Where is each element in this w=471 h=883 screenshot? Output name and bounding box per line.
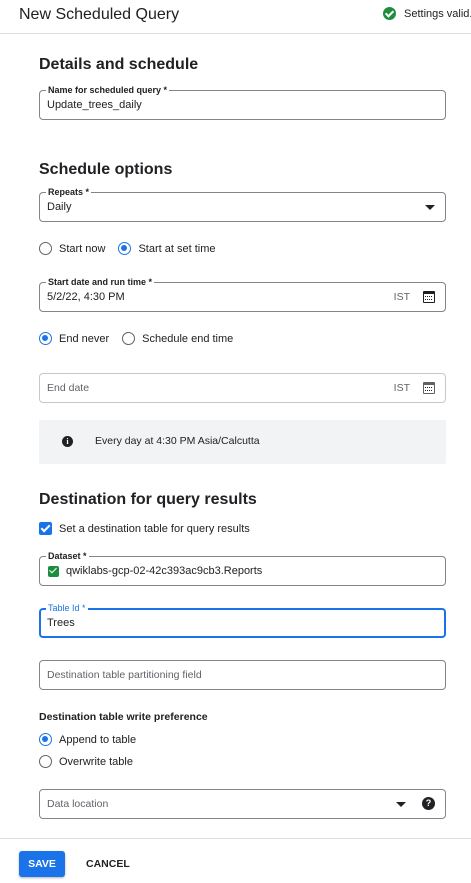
repeats-label: Repeats * <box>46 187 92 197</box>
radio-unchecked-icon[interactable] <box>39 242 52 255</box>
start-datetime-field[interactable]: Start date and run time * 5/2/22, 4:30 P… <box>39 277 446 312</box>
cancel-button[interactable]: CANCEL <box>86 851 130 877</box>
validation-status-text: Settings valid. <box>404 7 471 20</box>
dataset-value: qwiklabs-gcp-02-42c393ac9cb3.Reports <box>66 565 263 577</box>
data-location-placeholder: Data location <box>47 798 109 810</box>
overwrite-table-radio[interactable]: Overwrite table <box>39 755 146 768</box>
dropdown-arrow-icon[interactable] <box>425 205 435 210</box>
query-name-value[interactable]: Update_trees_daily <box>47 99 142 111</box>
calendar-icon[interactable] <box>423 382 435 394</box>
validation-status: Settings valid. <box>383 7 471 20</box>
info-icon: i <box>62 436 73 447</box>
start-datetime-label: Start date and run time * <box>46 277 155 287</box>
end-options: End never Schedule end time <box>39 332 246 345</box>
start-now-label: Start now <box>59 242 106 255</box>
write-preference-heading: Destination table write preference <box>39 711 208 723</box>
start-at-set-time-radio[interactable]: Start at set time <box>118 242 216 255</box>
check-circle-icon <box>383 7 396 20</box>
query-name-label: Name for scheduled query * <box>46 85 170 95</box>
start-options: Start now Start at set time <box>39 242 229 255</box>
end-date-field[interactable]: End date IST <box>39 373 446 403</box>
dataset-select[interactable]: Dataset * qwiklabs-gcp-02-42c393ac9cb3.R… <box>39 551 446 586</box>
end-never-radio[interactable]: End never <box>39 332 109 345</box>
table-id-label: Table Id * <box>46 603 88 613</box>
end-date-placeholder: End date <box>47 382 90 394</box>
radio-checked-icon[interactable] <box>39 332 52 345</box>
schedule-summary-text: Every day at 4:30 PM Asia/Calcutta <box>95 435 260 447</box>
end-never-label: End never <box>59 332 110 345</box>
start-now-radio[interactable]: Start now <box>39 242 105 255</box>
destination-heading: Destination for query results <box>39 491 257 508</box>
dialog-footer: SAVE CANCEL <box>0 838 471 883</box>
dataset-check-icon <box>48 566 59 577</box>
partitioning-placeholder: Destination table partitioning field <box>47 669 202 681</box>
radio-checked-icon[interactable] <box>118 242 132 255</box>
dialog-header: New Scheduled Query Settings valid. <box>0 0 471 34</box>
set-destination-checkbox-row[interactable]: Set a destination table for query result… <box>39 522 250 535</box>
overwrite-radio[interactable]: Overwrite table <box>39 755 133 768</box>
help-icon[interactable]: ? <box>422 797 435 810</box>
schedule-summary: i Every day at 4:30 PM Asia/Calcutta <box>39 420 446 464</box>
save-button[interactable]: SAVE <box>19 851 65 877</box>
repeats-value: Daily <box>47 201 72 213</box>
schedule-end-time-label: Schedule end time <box>142 332 234 345</box>
repeats-select[interactable]: Repeats * Daily <box>39 187 446 222</box>
append-label: Append to table <box>59 733 137 746</box>
radio-unchecked-icon[interactable] <box>39 755 52 768</box>
radio-checked-icon[interactable] <box>39 733 52 746</box>
end-timezone-suffix: IST <box>393 382 410 394</box>
data-location-select[interactable]: Data location ? <box>39 789 446 819</box>
query-name-field[interactable]: Name for scheduled query * Update_trees_… <box>39 85 446 120</box>
start-at-set-time-label: Start at set time <box>138 242 216 255</box>
dropdown-arrow-icon[interactable] <box>396 802 406 807</box>
schedule-heading: Schedule options <box>39 161 173 178</box>
table-id-value[interactable]: Trees <box>47 617 75 629</box>
start-datetime-value[interactable]: 5/2/22, 4:30 PM <box>47 291 125 303</box>
schedule-end-time-radio[interactable]: Schedule end time <box>122 332 233 345</box>
set-destination-label: Set a destination table for query result… <box>59 522 250 535</box>
details-heading: Details and schedule <box>39 56 199 73</box>
overwrite-label: Overwrite table <box>59 755 133 768</box>
dataset-label: Dataset * <box>46 551 89 561</box>
partitioning-field[interactable]: Destination table partitioning field <box>39 660 446 690</box>
page-title: New Scheduled Query <box>19 6 180 23</box>
append-radio[interactable]: Append to table <box>39 733 136 746</box>
calendar-icon[interactable] <box>423 291 435 303</box>
append-to-table-radio[interactable]: Append to table <box>39 733 149 746</box>
timezone-suffix: IST <box>393 291 410 303</box>
checkbox-checked-icon[interactable] <box>39 522 52 535</box>
table-id-field[interactable]: Table Id * Trees <box>39 603 446 638</box>
radio-unchecked-icon[interactable] <box>122 332 136 345</box>
